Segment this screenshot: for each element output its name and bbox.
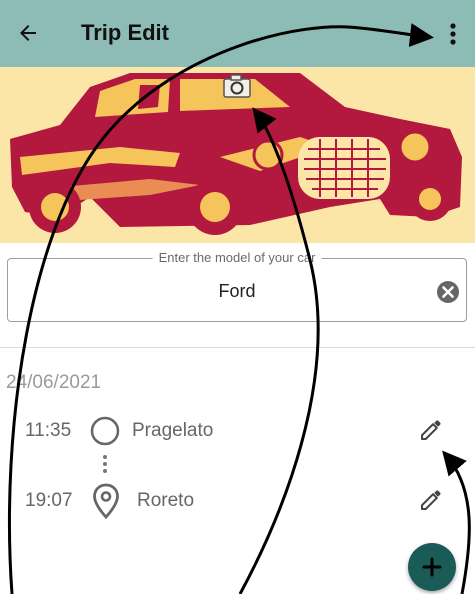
location-pin-icon — [93, 483, 119, 519]
clear-circle-icon[interactable] — [436, 280, 460, 304]
plus-icon — [422, 557, 442, 577]
pencil-icon[interactable] — [419, 488, 443, 512]
stop-place: Pragelato — [132, 420, 214, 441]
trip-date: 24/06/2021 — [6, 372, 102, 393]
stop-time: 19:07 — [25, 490, 73, 511]
app-bar: Trip Edit — [0, 0, 475, 67]
car-model-input[interactable]: Ford — [8, 281, 466, 302]
divider — [0, 347, 475, 348]
more-vert-icon[interactable] — [443, 22, 463, 46]
pencil-icon[interactable] — [419, 418, 443, 442]
circle-outline-icon — [90, 416, 120, 446]
stop-time: 11:35 — [25, 420, 72, 441]
page-title: Trip Edit — [81, 20, 169, 45]
camera-icon[interactable] — [223, 74, 251, 98]
car-model-label: Enter the model of your car — [152, 250, 322, 265]
add-stop-button[interactable] — [408, 543, 456, 591]
arrow-back-icon[interactable] — [16, 21, 40, 45]
connector-dots-icon — [103, 455, 107, 473]
car-banner-image — [0, 67, 475, 243]
stop-place: Roreto — [137, 490, 195, 511]
car-model-field[interactable]: Enter the model of your car Ford — [7, 250, 467, 322]
